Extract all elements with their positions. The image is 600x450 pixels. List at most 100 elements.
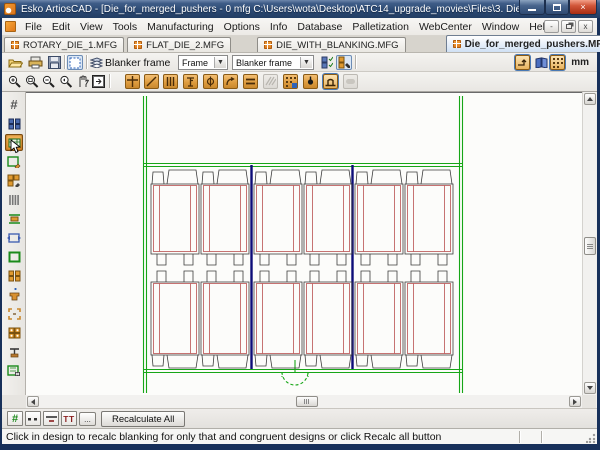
rail-icon[interactable] (5, 210, 23, 227)
document-icon[interactable] (5, 21, 16, 32)
menu-view[interactable]: View (75, 19, 108, 35)
vertical-scrollbar[interactable] (582, 92, 596, 395)
grid-toggle-icon[interactable]: # (7, 411, 23, 426)
bridges-toggle-icon[interactable] (43, 411, 59, 426)
arrow-left-icon (31, 399, 35, 405)
scroll-right-button[interactable] (569, 396, 581, 407)
units-label: mm (571, 57, 589, 68)
open-icon[interactable] (7, 55, 23, 70)
resize-grip[interactable] (586, 433, 596, 443)
mdi-restore-button[interactable] (561, 20, 576, 33)
grid-hash-icon[interactable]: # (5, 96, 23, 113)
layout-grid-tool-icon[interactable] (283, 74, 298, 89)
rotate-tool-icon[interactable] (203, 74, 218, 89)
save-icon[interactable] (46, 55, 62, 70)
close-icon: × (580, 2, 585, 12)
mfg-doc-icon (264, 41, 272, 49)
minimize-button[interactable] (519, 0, 545, 15)
tab-flat-die-2[interactable]: FLAT_DIE_2.MFG (127, 37, 231, 52)
perspective-tool-icon (263, 74, 278, 89)
brackets-icon[interactable] (5, 305, 23, 322)
add-pusher-icon[interactable] (5, 286, 23, 303)
menu-window[interactable]: Window (477, 19, 524, 35)
edit-layout-icon[interactable] (5, 362, 23, 379)
menu-webcenter[interactable]: WebCenter (414, 19, 477, 35)
menu-edit[interactable]: Edit (47, 19, 75, 35)
title-bar[interactable]: Esko ArtiosCAD - [Die_for_merged_pushers… (0, 0, 600, 18)
more-options-button[interactable]: ... (79, 412, 96, 426)
mouse-cursor (10, 139, 22, 154)
scroll-down-button[interactable] (584, 382, 596, 394)
blanker-frame-rails (143, 96, 463, 393)
status-pane-divider (519, 431, 521, 443)
close-button[interactable]: × (569, 0, 597, 15)
horizontal-scrollbar[interactable] (26, 395, 582, 408)
menu-tools[interactable]: Tools (108, 19, 143, 35)
maximize-button[interactable] (545, 0, 569, 15)
frame-select[interactable]: Frame ▼ (178, 55, 228, 70)
mfg-doc-icon (11, 41, 19, 49)
app-window: Esko ArtiosCAD - [Die_for_merged_pushers… (0, 0, 600, 450)
angled-line-tool-icon[interactable] (144, 74, 159, 89)
window-title: Esko ArtiosCAD - [Die_for_merged_pushers… (21, 4, 562, 15)
grate-icon[interactable] (5, 191, 23, 208)
tab-die-for-merged-pushers[interactable]: Die_for_merged_pushers.MFG (446, 35, 600, 52)
tack-bridge-tool-icon (343, 74, 358, 89)
nicks-toggle-icon[interactable] (25, 411, 41, 426)
dotted-blocks-icon[interactable] (5, 324, 23, 341)
scrollbar-corner (582, 395, 596, 408)
menu-manufacturing[interactable]: Manufacturing (142, 19, 219, 35)
bridge-tool-icon[interactable] (323, 74, 338, 89)
design-canvas[interactable] (26, 92, 582, 395)
tab-die-with-blanking[interactable]: DIE_WITH_BLANKING.MFG (257, 37, 405, 52)
print-icon[interactable] (27, 55, 43, 70)
zoom-out-icon[interactable] (41, 74, 57, 89)
mdi-minimize-button[interactable]: - (544, 20, 559, 33)
layer-list-icon[interactable] (319, 55, 335, 70)
menu-palletization[interactable]: Palletization (347, 19, 414, 35)
menu-file[interactable]: File (20, 19, 47, 35)
curve-tool-icon[interactable] (223, 74, 238, 89)
menu-options[interactable]: Options (219, 19, 265, 35)
zoom-window-icon[interactable] (24, 74, 40, 89)
zoom-fit-icon[interactable] (67, 55, 83, 70)
view-toolbar (2, 72, 597, 92)
mdi-close-button[interactable]: x (578, 20, 593, 33)
recalculate-all-button[interactable]: Recalculate All (101, 411, 185, 427)
chevron-down-icon: ▼ (214, 57, 226, 68)
tab-rotary-die-1[interactable]: ROTARY_DIE_1.MFG (4, 37, 124, 52)
resize-frame-icon[interactable] (5, 229, 23, 246)
layers-icon[interactable] (89, 55, 103, 70)
arrow-up-icon (587, 97, 593, 101)
arrow-down-icon (587, 386, 593, 390)
anchor-tool-icon[interactable] (183, 74, 198, 89)
scroll-up-button[interactable] (584, 93, 596, 105)
edit-frame-icon[interactable] (5, 153, 23, 170)
vertical-scroll-thumb[interactable] (584, 237, 596, 255)
scroll-left-button[interactable] (27, 396, 39, 407)
snap-icon[interactable] (515, 55, 530, 70)
zoom-previous-icon[interactable] (58, 74, 74, 89)
grid-icon[interactable] (550, 55, 565, 70)
layer-select[interactable]: Blanker frame ▼ (232, 55, 314, 70)
line-tool-icon[interactable] (125, 74, 140, 89)
frame-icon[interactable] (5, 248, 23, 265)
layer-manager-icon[interactable] (336, 55, 352, 70)
pages-icon[interactable] (533, 55, 549, 70)
pan-icon[interactable] (75, 74, 91, 89)
blocks-icon[interactable] (5, 267, 23, 284)
clamp-icon[interactable] (5, 343, 23, 360)
edit-blocks-icon[interactable] (5, 172, 23, 189)
main-toolbar: Blanker frame Frame ▼ Blanker frame ▼ mm (2, 53, 597, 72)
panels-icon[interactable] (5, 115, 23, 132)
hatch-tool-icon[interactable] (163, 74, 178, 89)
zoom-in-icon[interactable] (7, 74, 23, 89)
menu-database[interactable]: Database (292, 19, 347, 35)
nick-tool-icon[interactable] (303, 74, 318, 89)
rule-labels-toggle-icon[interactable]: TT (61, 411, 77, 426)
menu-info[interactable]: Info (265, 19, 293, 35)
menu-bar: File Edit View Tools Manufacturing Optio… (2, 18, 597, 36)
double-rule-tool-icon[interactable] (243, 74, 258, 89)
scale-to-fit-icon[interactable] (90, 74, 106, 89)
horizontal-scroll-thumb[interactable] (296, 396, 318, 407)
